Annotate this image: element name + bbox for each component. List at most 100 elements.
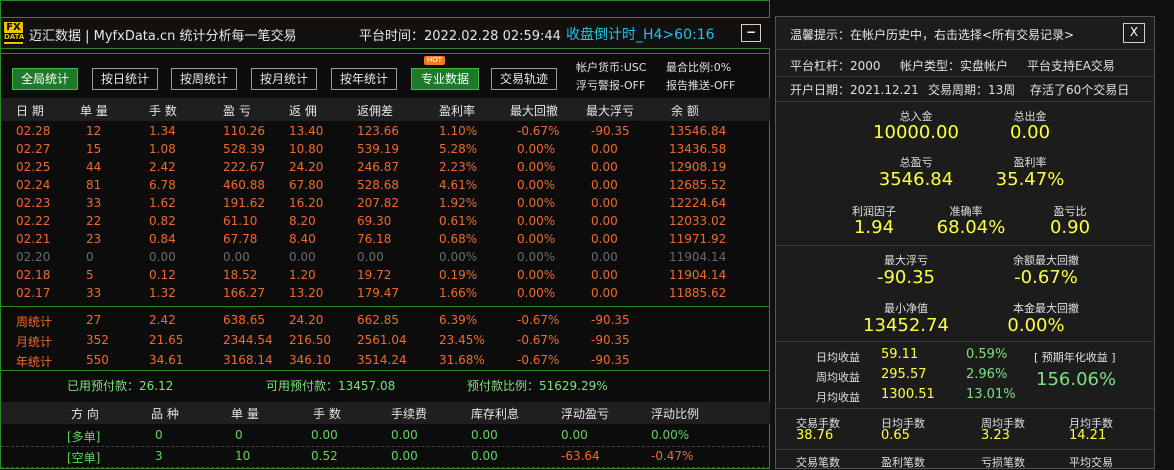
annual-return-value: 156.06% xyxy=(1036,369,1117,390)
col-pos-lots: 手 数 xyxy=(313,407,341,421)
position-row: [空单] 3 10 0.52 0.00 0.00 -63.64 -0.47% xyxy=(1,449,770,469)
table-cell: 0.19% xyxy=(439,268,478,282)
summary-cell: 638.65 xyxy=(223,313,265,327)
min-equity-label: 最小净值 xyxy=(884,302,928,315)
table-cell: 13436.58 xyxy=(669,142,727,156)
close-button[interactable]: X xyxy=(1123,23,1145,43)
divider xyxy=(776,49,1154,50)
deposit-value: 10000.00 xyxy=(873,122,959,143)
table-cell: 191.62 xyxy=(223,196,265,210)
table-cell: 1.66% xyxy=(439,286,478,300)
summary-cell: 2.42 xyxy=(149,313,176,327)
trade-count-label: 交易笔数 xyxy=(796,456,840,469)
report-push-toggle[interactable]: 报告推送-OFF xyxy=(666,77,735,93)
table-cell: 02.27 xyxy=(16,142,51,156)
table-cell: 02.24 xyxy=(16,178,51,192)
table-cell: 1.34 xyxy=(149,124,176,138)
position-cell: -63.64 xyxy=(561,449,600,463)
position-cell: 3 xyxy=(155,449,163,463)
col-direction: 方 向 xyxy=(71,407,99,421)
col-profit-rate: 盈利率 xyxy=(439,104,476,118)
annual-return-label: [ 预期年化收益 ] xyxy=(1034,351,1116,364)
col-rebate-diff: 返佣差 xyxy=(357,104,394,118)
max-float-loss-label: 最大浮亏 xyxy=(884,254,928,267)
tab-pro-data[interactable]: 专业数据 xyxy=(411,68,479,90)
position-cell: 10 xyxy=(235,449,251,463)
summary-cell: -90.35 xyxy=(591,333,630,347)
table-cell: 22 xyxy=(86,214,102,228)
position-cell: 0 xyxy=(155,428,163,442)
account-type: 帐户类型：实盘帐户 xyxy=(900,59,1009,73)
daily-lots-value: 0.65 xyxy=(881,428,910,443)
table-cell: 10.80 xyxy=(289,142,324,156)
table-cell: 246.87 xyxy=(357,160,399,174)
table-cell: 1.92% xyxy=(439,196,478,210)
table-cell: 0.00% xyxy=(517,250,556,264)
table-cell: 02.23 xyxy=(16,196,51,210)
table-row: 02.28 12 1.34 110.26 13.40 123.66 1.10% -0.67% -… xyxy=(1,124,770,142)
table-cell: 02.17 xyxy=(16,286,51,300)
table-cell: 4.61% xyxy=(439,178,478,192)
tab-weekly-stats[interactable]: 按周统计 xyxy=(171,68,237,90)
divider xyxy=(776,245,1154,246)
principal-max-dd-value: 0.00% xyxy=(1007,315,1065,336)
principal-max-dd-label: 本金最大回撤 xyxy=(1013,302,1079,315)
table-cell: 1.10% xyxy=(439,124,478,138)
total-pnl-label: 总盈亏 xyxy=(899,156,933,169)
table-cell: 0.12 xyxy=(149,268,176,282)
table-cell: 0.00 xyxy=(591,268,618,282)
table-cell: 11904.14 xyxy=(669,268,727,282)
tab-daily-stats[interactable]: 按日统计 xyxy=(92,68,158,90)
table-row: 02.20 0 0.00 0.00 0.00 0.00 0.00% 0.00% 0.00 1190… xyxy=(1,250,770,268)
ea-support: 平台支持EA交易 xyxy=(1027,59,1115,73)
col-pos-orders: 单 量 xyxy=(231,407,259,421)
divider xyxy=(776,341,1154,342)
tab-global-stats[interactable]: 全局统计 xyxy=(12,68,78,90)
row-divider xyxy=(1,446,770,447)
table-row: 02.22 22 0.82 61.10 8.20 69.30 0.61% 0.00% 0.00 1… xyxy=(1,214,770,232)
max-float-loss-value: -90.35 xyxy=(876,267,936,288)
table-cell: 0 xyxy=(86,250,94,264)
minimize-button[interactable]: − xyxy=(741,24,761,42)
table-cell: 0.00 xyxy=(591,160,618,174)
profit-rate-label: 盈利率 xyxy=(1013,156,1047,169)
table-cell: 67.80 xyxy=(289,178,324,192)
weekly-return-label: 周均收益 xyxy=(816,371,860,384)
table-cell: 02.21 xyxy=(16,232,51,246)
table-cell: 0.00 xyxy=(289,250,316,264)
table-cell: 0.00 xyxy=(591,250,618,264)
tab-monthly-stats[interactable]: 按月统计 xyxy=(251,68,317,90)
col-pnl: 盈 亏 xyxy=(223,104,251,118)
table-cell: 19.72 xyxy=(357,268,392,282)
pl-ratio-value: 0.90 xyxy=(1049,217,1091,238)
table-cell: 2.42 xyxy=(149,160,176,174)
table-cell: 0.00% xyxy=(517,214,556,228)
table-cell: 61.10 xyxy=(223,214,258,228)
table-cell: 18.52 xyxy=(223,268,258,282)
table-cell: 0.00% xyxy=(517,160,556,174)
monthly-lots-value: 14.21 xyxy=(1069,428,1107,443)
table-cell: 222.67 xyxy=(223,160,265,174)
table-cell: 02.18 xyxy=(16,268,51,282)
table-cell: 0.61% xyxy=(439,214,478,228)
position-cell: 0.00% xyxy=(651,428,690,442)
table-row: 02.17 33 1.32 166.27 13.20 179.47 1.66% 0.00% 0.… xyxy=(1,286,770,304)
table-cell: 0.00% xyxy=(517,232,556,246)
tab-yearly-stats[interactable]: 按年统计 xyxy=(331,68,397,90)
summary-cell: 216.50 xyxy=(289,333,331,347)
col-lots: 手 数 xyxy=(149,104,177,118)
tip-text: 温馨提示：在帐户历史中，右击选择<所有交易记录> xyxy=(790,28,1075,42)
monthly-return-pct: 13.01% xyxy=(966,387,1016,402)
table-cell: 23 xyxy=(86,232,102,246)
summary-cell: 352 xyxy=(86,333,109,347)
table-cell: 44 xyxy=(86,160,102,174)
title-bar: FX DATA 迈汇数据 | MyfxData.cn 统计分析每一笔交易 平台时间… xyxy=(1,17,770,49)
table-cell: 110.26 xyxy=(223,124,265,138)
table-cell: 13.40 xyxy=(289,124,324,138)
summary-cell: 27 xyxy=(86,313,102,327)
table-cell: 0.00% xyxy=(517,178,556,192)
tab-trade-track[interactable]: 交易轨迹 xyxy=(491,68,557,90)
withdraw-value: 0.00 xyxy=(1009,122,1051,143)
position-cell: 0.00 xyxy=(311,428,338,442)
float-alert-toggle[interactable]: 浮亏警报-OFF xyxy=(576,77,645,93)
